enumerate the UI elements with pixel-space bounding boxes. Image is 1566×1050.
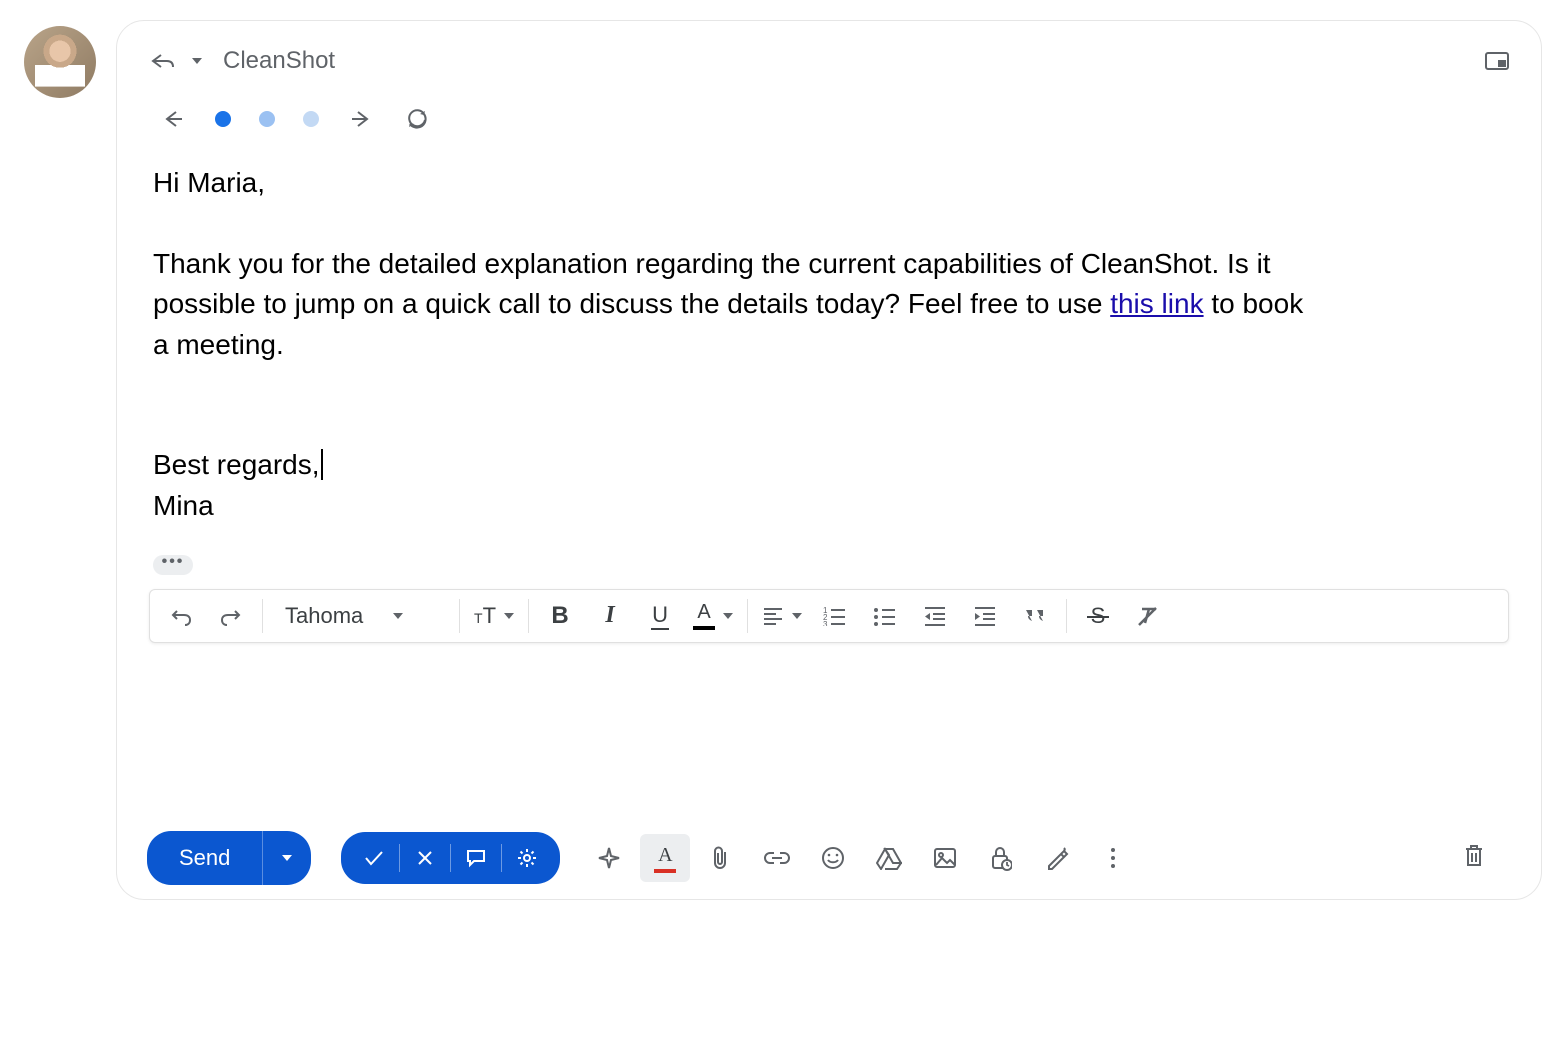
- email-paragraph: Thank you for the detailed explanation r…: [153, 244, 1323, 366]
- send-button-group: Send: [147, 831, 311, 885]
- reply-type-dropdown[interactable]: [189, 47, 205, 75]
- insert-actions: A: [584, 834, 1138, 882]
- insert-link-button[interactable]: [752, 834, 802, 882]
- email-signature: Mina: [153, 486, 1323, 527]
- email-closing: Best regards,: [153, 445, 1323, 486]
- indent-less-button[interactable]: [912, 596, 958, 636]
- show-trimmed-content[interactable]: •••: [153, 555, 193, 575]
- bullet-list-button[interactable]: [862, 596, 908, 636]
- ai-sparkle-button[interactable]: [584, 834, 634, 882]
- sender-avatar: [24, 26, 96, 98]
- popout-icon[interactable]: [1483, 47, 1511, 75]
- numbered-list-button[interactable]: 123: [812, 596, 858, 636]
- attach-file-button[interactable]: [696, 834, 746, 882]
- quote-button[interactable]: [1012, 596, 1058, 636]
- suggestion-dot-3[interactable]: [303, 111, 319, 127]
- font-name: Tahoma: [285, 603, 363, 629]
- suggestion-dot-2[interactable]: [259, 111, 275, 127]
- suggestion-prev-icon[interactable]: [159, 105, 187, 133]
- email-body-text-1: Thank you for the detailed explanation r…: [153, 248, 1271, 320]
- insert-signature-button[interactable]: [1032, 834, 1082, 882]
- font-picker[interactable]: Tahoma: [271, 603, 451, 629]
- more-options-button[interactable]: [1088, 834, 1138, 882]
- compose-bottom-bar: Send: [147, 831, 1511, 885]
- svg-text:3: 3: [823, 620, 828, 626]
- italic-button[interactable]: I: [587, 596, 633, 636]
- redo-button[interactable]: [208, 596, 254, 636]
- send-button[interactable]: Send: [147, 831, 262, 885]
- ai-settings-button[interactable]: [504, 840, 550, 876]
- undo-button[interactable]: [158, 596, 204, 636]
- send-options-button[interactable]: [263, 831, 311, 885]
- insert-emoji-button[interactable]: [808, 834, 858, 882]
- ai-actions-pill: [341, 832, 560, 884]
- text-color-button[interactable]: A: [687, 596, 739, 636]
- strikethrough-button[interactable]: S: [1075, 596, 1121, 636]
- feedback-button[interactable]: [453, 840, 499, 876]
- email-greeting: Hi Maria,: [153, 163, 1323, 204]
- suggestion-nav: [159, 105, 1511, 133]
- insert-drive-button[interactable]: [864, 834, 914, 882]
- compose-card: CleanShot Hi Maria,: [116, 20, 1542, 900]
- suggestion-refresh-icon[interactable]: [403, 105, 431, 133]
- text-color-insert-button[interactable]: A: [640, 834, 690, 882]
- accept-suggestion-button[interactable]: [351, 840, 397, 876]
- insert-image-button[interactable]: [920, 834, 970, 882]
- chevron-down-icon: [393, 613, 403, 619]
- align-button[interactable]: [756, 596, 808, 636]
- font-size-button[interactable]: TT: [468, 596, 520, 636]
- discard-draft-button[interactable]: [1463, 843, 1511, 874]
- format-toolbar: Tahoma TT B I U A: [149, 589, 1509, 643]
- reply-icon[interactable]: [149, 47, 177, 75]
- bold-button[interactable]: B: [537, 596, 583, 636]
- email-body[interactable]: Hi Maria, Thank you for the detailed exp…: [153, 163, 1323, 527]
- underline-button[interactable]: U: [637, 596, 683, 636]
- suggestion-dot-1[interactable]: [215, 111, 231, 127]
- dismiss-suggestion-button[interactable]: [402, 840, 448, 876]
- indent-more-button[interactable]: [962, 596, 1008, 636]
- compose-header: CleanShot: [149, 47, 1511, 75]
- suggestion-next-icon[interactable]: [347, 105, 375, 133]
- meeting-link[interactable]: this link: [1110, 288, 1203, 319]
- recipient-name[interactable]: CleanShot: [223, 47, 335, 75]
- clear-formatting-button[interactable]: [1125, 596, 1171, 636]
- confidential-mode-button[interactable]: [976, 834, 1026, 882]
